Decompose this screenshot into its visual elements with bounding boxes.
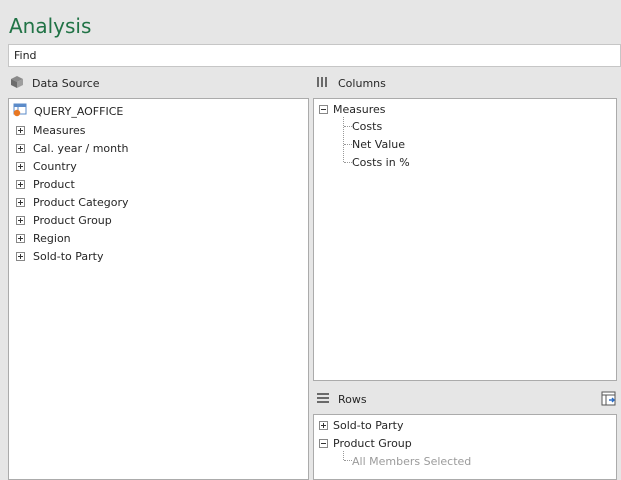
- columns-root-label: Measures: [333, 102, 386, 116]
- tree-item-product-category[interactable]: Product Category: [16, 193, 129, 211]
- columns-header: Columns: [316, 73, 386, 93]
- data-source-header: Data Source: [10, 73, 100, 93]
- tree-item-label: Cal. year / month: [33, 141, 129, 155]
- collapse-icon[interactable]: [319, 104, 328, 114]
- column-item-label: Net Value: [352, 137, 406, 151]
- expand-icon[interactable]: [16, 233, 25, 243]
- tree-item-label: Product Group: [33, 213, 112, 227]
- tree-item-sold-to-party[interactable]: Sold-to Party: [16, 247, 104, 265]
- rows-item-label: Product Group: [333, 436, 412, 450]
- rows-member-filter[interactable]: All Members Selected: [352, 452, 471, 470]
- rows-item-sold-to-party[interactable]: Sold-to Party: [319, 416, 404, 434]
- expand-icon[interactable]: [16, 125, 25, 135]
- column-item-label: Costs: [352, 119, 383, 133]
- tree-item-product[interactable]: Product: [16, 175, 75, 193]
- tree-item-label: Country: [33, 159, 77, 173]
- expand-icon[interactable]: [319, 420, 328, 430]
- column-item-net-value[interactable]: Net Value: [352, 135, 405, 153]
- expand-icon[interactable]: [16, 251, 25, 261]
- rows-item-label: Sold-to Party: [333, 418, 404, 432]
- columns-panel: Measures Costs Net Value Costs in %: [313, 98, 617, 381]
- tree-item-label: Product Category: [33, 195, 129, 209]
- tree-item-label: Product: [33, 177, 75, 191]
- columns-icon: [316, 76, 330, 91]
- rows-item-product-group[interactable]: Product Group: [319, 434, 412, 452]
- tree-item-product-group[interactable]: Product Group: [16, 211, 112, 229]
- search-input[interactable]: Find: [8, 44, 621, 67]
- tree-item-label: Sold-to Party: [33, 249, 104, 263]
- rows-header: Rows: [316, 389, 367, 409]
- cube-icon: [10, 75, 24, 92]
- expand-icon[interactable]: [16, 179, 25, 189]
- filter-settings-icon[interactable]: [601, 391, 617, 410]
- expand-icon[interactable]: [16, 161, 25, 171]
- query-icon: [13, 103, 28, 120]
- tree-item-label: Measures: [33, 123, 86, 137]
- tree-item-cal-year-month[interactable]: Cal. year / month: [16, 139, 128, 157]
- tree-item-country[interactable]: Country: [16, 157, 77, 175]
- column-item-costs-percent[interactable]: Costs in %: [352, 153, 410, 171]
- tree-item-region[interactable]: Region: [16, 229, 71, 247]
- expand-icon[interactable]: [16, 143, 25, 153]
- tree-item-label: Region: [33, 231, 71, 245]
- member-filter-label: All Members Selected: [352, 454, 472, 468]
- query-label: QUERY_AOFFICE: [34, 104, 124, 118]
- rows-panel: Sold-to Party Product Group All Members …: [313, 414, 617, 480]
- collapse-icon[interactable]: [319, 438, 328, 448]
- column-item-costs[interactable]: Costs: [352, 117, 382, 135]
- app-title: Analysis: [9, 14, 92, 38]
- rows-icon: [316, 392, 330, 407]
- query-node[interactable]: QUERY_AOFFICE: [13, 102, 123, 120]
- expand-icon[interactable]: [16, 215, 25, 225]
- expand-icon[interactable]: [16, 197, 25, 207]
- column-item-label: Costs in %: [352, 155, 410, 169]
- data-source-label: Data Source: [32, 76, 100, 90]
- rows-label: Rows: [338, 392, 367, 406]
- data-source-panel: QUERY_AOFFICE Measures Cal. year / month…: [8, 98, 309, 480]
- columns-measures-node[interactable]: Measures: [319, 100, 385, 118]
- tree-item-measures[interactable]: Measures: [16, 121, 85, 139]
- columns-label: Columns: [338, 76, 386, 90]
